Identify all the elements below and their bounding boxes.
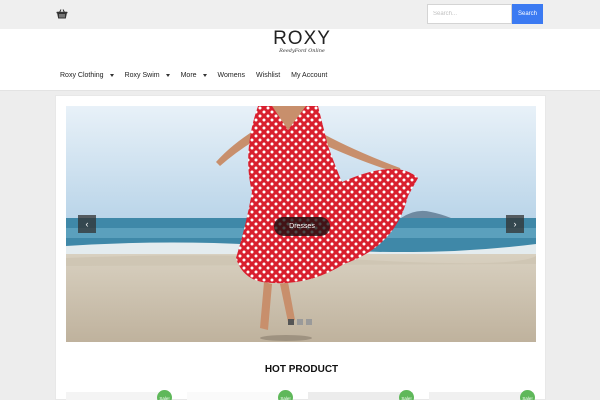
nav-item-label: Womens [217, 71, 246, 79]
product-image [66, 392, 171, 400]
nav-item-label: Roxy Clothing [60, 71, 104, 79]
slider-dot[interactable] [288, 319, 294, 325]
product-card[interactable] [66, 392, 171, 400]
chevron-left-icon[interactable]: ‹ [78, 215, 96, 233]
hot-product-heading: HOT PRODUCT [264, 364, 339, 375]
nav-item-roxy-clothing[interactable]: Roxy Clothing [60, 72, 114, 79]
sale-badge: Sale! [520, 390, 535, 400]
product-card[interactable] [308, 392, 413, 400]
site-header: ROXY ReedyFord Online Roxy Clothing Roxy… [0, 29, 600, 91]
product-card[interactable] [429, 392, 534, 400]
sale-badge: Sale! [278, 390, 293, 400]
main-content: Dresses ‹ › HOT PRODUCT Sale! Sale! Sale… [55, 95, 546, 400]
nav-item-more[interactable]: More [181, 72, 207, 79]
nav-item-roxy-swim[interactable]: Roxy Swim [125, 72, 170, 79]
nav-item-label: Roxy Swim [124, 71, 160, 79]
product-image [429, 392, 534, 400]
hero-slider[interactable]: Dresses ‹ › [66, 106, 536, 342]
top-bar: Search [0, 0, 600, 29]
nav-item-my-account[interactable]: My Account [291, 72, 327, 79]
caret-down-icon [109, 73, 114, 77]
nav-item-label: More [180, 71, 197, 79]
product-card[interactable] [187, 392, 292, 400]
sale-badge: Sale! [399, 390, 414, 400]
basket-icon[interactable] [56, 8, 68, 20]
caret-down-icon [202, 73, 207, 77]
nav-item-womens[interactable]: Womens [218, 72, 246, 79]
search-input[interactable] [427, 4, 512, 24]
chevron-right-icon[interactable]: › [506, 215, 524, 233]
search-button[interactable]: Search [512, 4, 543, 24]
slider-dot[interactable] [306, 319, 312, 325]
slider-pagination [288, 319, 315, 325]
site-logo[interactable]: ROXY ReedyFord Online [262, 29, 342, 55]
product-image [187, 392, 292, 400]
slider-dot[interactable] [297, 319, 303, 325]
nav-item-label: Wishlist [256, 71, 281, 79]
logo-title: ROXY [273, 28, 331, 49]
product-image [308, 392, 413, 400]
sale-badge: Sale! [157, 390, 172, 400]
caret-down-icon [165, 73, 170, 77]
nav-item-wishlist[interactable]: Wishlist [256, 72, 280, 79]
main-nav: Roxy Clothing Roxy Swim More Womens Wish… [60, 69, 338, 81]
nav-item-label: My Account [291, 71, 328, 79]
slide-caption[interactable]: Dresses [274, 217, 330, 236]
